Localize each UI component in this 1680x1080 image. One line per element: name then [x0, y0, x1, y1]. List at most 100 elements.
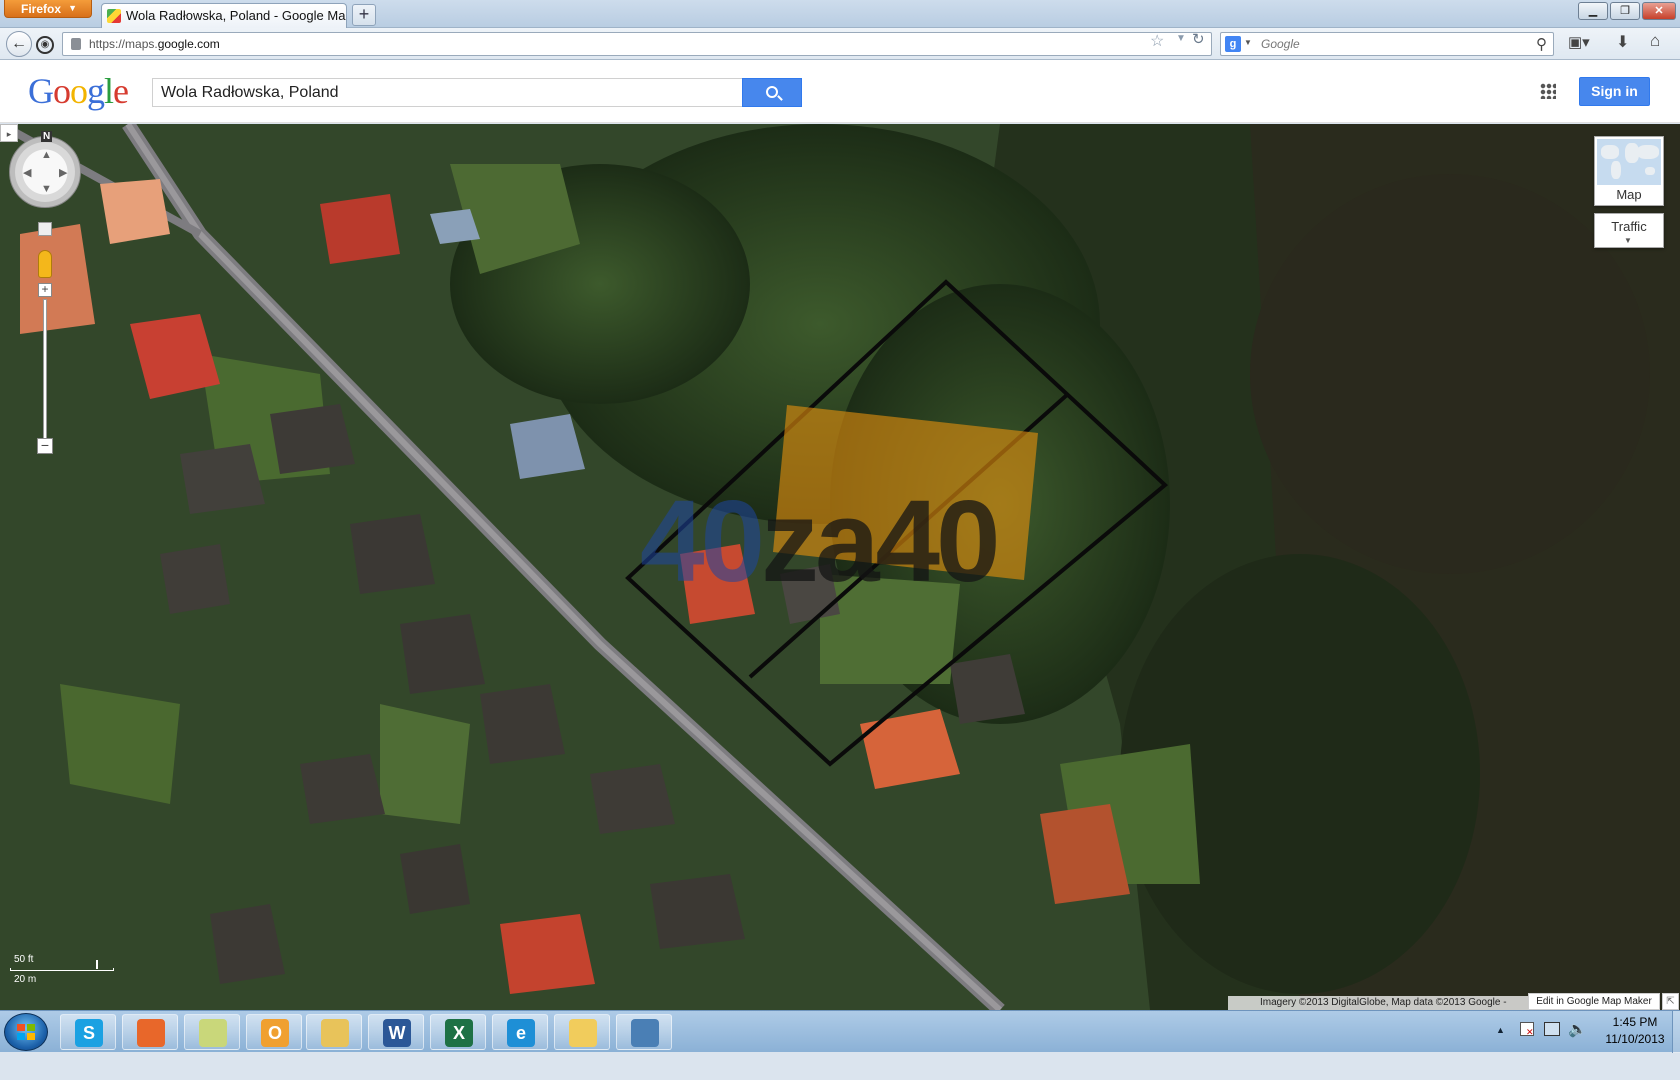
scale-meters-label: 20 m: [14, 974, 37, 985]
url-prefix: https://maps.: [89, 37, 158, 51]
edit-in-map-maker-link[interactable]: Edit in Google Map Maker: [1528, 993, 1660, 1010]
outlook-icon: O: [261, 1019, 289, 1047]
watermark-logo: 40za40: [640, 474, 1001, 608]
show-hidden-icons-icon[interactable]: ▲: [1496, 1025, 1505, 1035]
network-icon[interactable]: [1544, 1022, 1560, 1036]
new-tab-button[interactable]: +: [352, 4, 376, 26]
taskbar-word-button[interactable]: W: [368, 1014, 424, 1050]
firefox-icon: [137, 1019, 165, 1047]
search-icon: [766, 86, 778, 98]
rotate-icon[interactable]: [38, 222, 52, 236]
url-bar[interactable]: https://maps.google.com: [62, 32, 1212, 56]
home-icon[interactable]: ⌂: [1650, 31, 1660, 51]
pan-left-icon[interactable]: ◀: [23, 166, 31, 179]
volume-icon[interactable]: 🔈: [1568, 1020, 1587, 1038]
maximize-button[interactable]: ❐: [1610, 2, 1640, 20]
google-logo[interactable]: Google: [28, 70, 129, 112]
zoom-slider-track[interactable]: [43, 299, 47, 439]
pan-right-icon[interactable]: ▶: [59, 166, 67, 179]
scale-line: [10, 968, 114, 971]
photos-icon: [631, 1019, 659, 1047]
taskbar-folder-button[interactable]: [554, 1014, 610, 1050]
clock-time[interactable]: 1:45 PM: [1600, 1015, 1670, 1029]
logo-letter: o: [53, 71, 71, 111]
sign-in-button[interactable]: Sign in: [1579, 77, 1650, 106]
lock-icon: [71, 38, 81, 50]
history-dropdown-icon[interactable]: ▼: [1176, 33, 1186, 44]
reload-icon[interactable]: ↻: [1192, 30, 1205, 48]
traffic-layer-button[interactable]: Traffic ▼: [1594, 213, 1664, 248]
expand-icon[interactable]: ⇱: [1662, 993, 1679, 1010]
start-button[interactable]: [4, 1013, 48, 1051]
logo-letter: G: [28, 71, 54, 111]
chevron-down-icon: ▼: [68, 3, 77, 13]
pan-down-icon[interactable]: ▼: [41, 183, 52, 195]
folder-icon: [569, 1019, 597, 1047]
url-host: google.com: [157, 37, 220, 51]
minimize-button[interactable]: ▁: [1578, 2, 1608, 20]
chevron-down-icon: ▼: [1244, 38, 1252, 47]
windows-logo-icon: [17, 1024, 35, 1040]
map-type-button[interactable]: Map: [1594, 136, 1664, 206]
logo-letter: e: [113, 71, 129, 111]
street-view-pegman-icon[interactable]: [38, 250, 52, 278]
google-maps-favicon-icon: [107, 9, 121, 23]
taskbar-excel-button[interactable]: X: [430, 1014, 486, 1050]
watermark-part2: za40: [761, 476, 1001, 606]
apps-grid-icon[interactable]: [1540, 83, 1556, 99]
windows-taskbar: S O W Xe ▲ 🔈 1:45 PM 11/10/2013: [0, 1010, 1680, 1053]
scale-feet-label: 50 ft: [14, 954, 34, 965]
close-window-button[interactable]: ✕: [1642, 2, 1676, 20]
sidebar-toggle-button[interactable]: ▸: [0, 124, 18, 142]
show-desktop-button[interactable]: [1672, 1011, 1680, 1053]
logo-letter: l: [104, 71, 114, 111]
taskbar-photos-button[interactable]: [616, 1014, 672, 1050]
firefox-menu-button[interactable]: Firefox ▼: [4, 0, 92, 18]
google-engine-icon[interactable]: g: [1225, 36, 1241, 52]
pan-up-icon[interactable]: ▲: [41, 149, 52, 161]
site-identity-icon[interactable]: ◉: [36, 36, 54, 54]
ie-icon: e: [507, 1019, 535, 1047]
downloads-icon[interactable]: ⬇: [1616, 32, 1629, 52]
browser-search-bar[interactable]: g ▼ Google ⚲: [1220, 32, 1554, 56]
clock-date[interactable]: 11/10/2013: [1600, 1032, 1670, 1046]
search-icon[interactable]: ⚲: [1536, 35, 1547, 53]
explorer-icon: [321, 1019, 349, 1047]
maps-search-button[interactable]: [742, 78, 802, 107]
scale-bar: 50 ft 20 m: [8, 954, 118, 986]
search-placeholder: Google: [1261, 37, 1300, 51]
satellite-map[interactable]: ▸ N ▲ ▼ ◀ ▶ + − Map Traffic ▼ 40za40 50 …: [0, 124, 1680, 1010]
logo-letter: g: [87, 71, 105, 111]
taskbar-skype-button[interactable]: S: [60, 1014, 116, 1050]
pan-control[interactable]: N ▲ ▼ ◀ ▶: [9, 131, 81, 208]
map-type-label: Map: [1616, 187, 1642, 202]
word-icon: W: [383, 1019, 411, 1047]
logo-letter: o: [70, 71, 88, 111]
bookmarks-menu-icon[interactable]: ▣▾: [1568, 33, 1590, 51]
zoom-out-button[interactable]: −: [37, 438, 53, 454]
notes-icon: [199, 1019, 227, 1047]
taskbar-ie-button[interactable]: e: [492, 1014, 548, 1050]
chevron-down-icon: ▼: [1624, 236, 1632, 245]
taskbar-explorer-button[interactable]: [306, 1014, 362, 1050]
taskbar-outlook-button[interactable]: O: [246, 1014, 302, 1050]
action-center-icon[interactable]: [1520, 1022, 1534, 1038]
firefox-menu-label: Firefox: [21, 2, 62, 16]
google-maps-header: Google Wola Radłowska, Poland Sign in: [0, 60, 1680, 123]
compass-north-label: N: [41, 131, 53, 142]
browser-tab[interactable]: Wola Radłowska, Poland - Google Maps: [101, 3, 347, 28]
navigation-toolbar: ← ◉ https://maps.google.com ☆ ▼ ↻ g ▼ Go…: [0, 28, 1680, 60]
zoom-in-button[interactable]: +: [38, 283, 52, 297]
excel-icon: X: [445, 1019, 473, 1047]
traffic-label: Traffic: [1611, 219, 1647, 234]
tab-title: Wola Radłowska, Poland - Google Maps: [126, 8, 347, 23]
bookmark-star-icon[interactable]: ☆: [1150, 31, 1164, 51]
taskbar-firefox-button[interactable]: [122, 1014, 178, 1050]
maps-search-input[interactable]: Wola Radłowska, Poland: [152, 78, 742, 107]
map-attribution: Imagery ©2013 DigitalGlobe, Map data ©20…: [1228, 996, 1528, 1010]
taskbar-notes-button[interactable]: [184, 1014, 240, 1050]
watermark-part1: 40: [640, 476, 765, 606]
world-map-thumbnail-icon: [1597, 139, 1661, 185]
back-button[interactable]: ←: [6, 31, 32, 57]
skype-icon: S: [75, 1019, 103, 1047]
